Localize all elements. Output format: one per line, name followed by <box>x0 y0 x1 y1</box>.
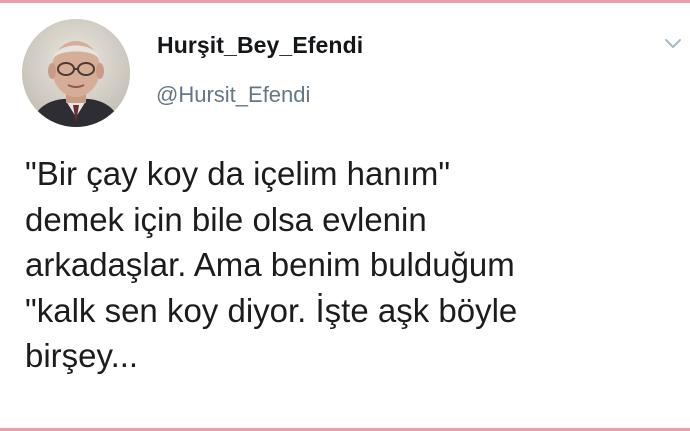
tweet-text-line: arkadaşlar. Ama benim bulduğum <box>25 246 515 283</box>
tweet-text: "Bir çay koy da içelim hanım" demek için… <box>25 151 675 379</box>
tweet-card: Hurşit_Bey_Efendi @Hursit_Efendi "Bir ça… <box>0 3 690 428</box>
avatar-photo <box>22 19 130 127</box>
tweet-text-line: "Bir çay koy da içelim hanım" <box>25 155 451 192</box>
tweet-text-line: birşey... <box>25 337 139 374</box>
tweet-text-line: demek için bile olsa evlenin <box>25 200 427 238</box>
avatar[interactable] <box>22 19 130 127</box>
chevron-down-icon[interactable] <box>664 37 682 51</box>
display-name[interactable]: Hurşit_Bey_Efendi <box>157 32 363 59</box>
tweet-text-line: "kalk sen koy diyor. İşte aşk böyle <box>25 291 518 329</box>
user-handle[interactable]: @Hursit_Efendi <box>156 82 310 108</box>
